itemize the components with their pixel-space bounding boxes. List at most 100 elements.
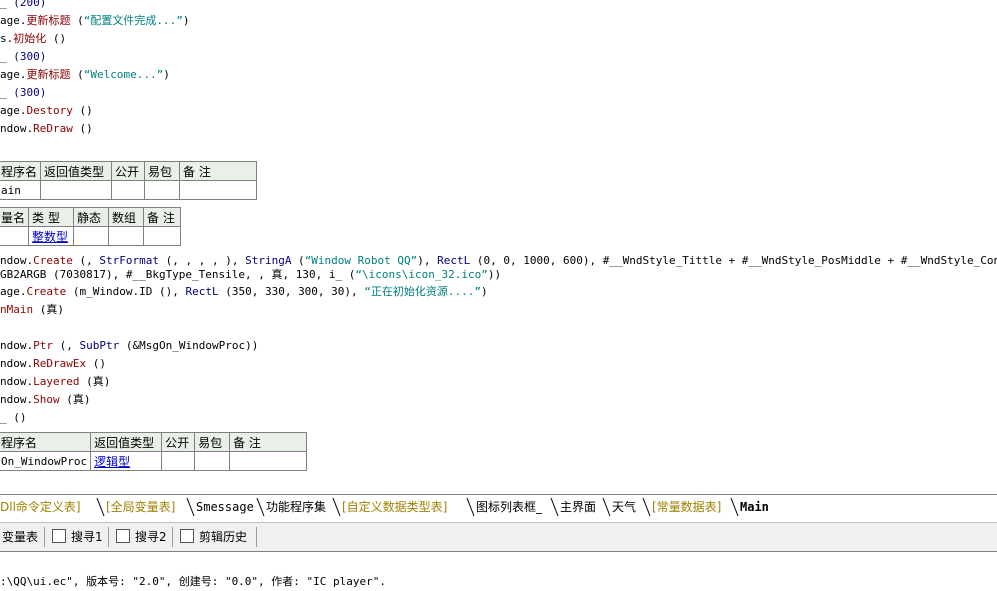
code-token: _ bbox=[0, 411, 14, 424]
code-line[interactable]: age.Destory () bbox=[0, 102, 93, 120]
code-token: _ bbox=[0, 86, 14, 99]
tab-divider-icon bbox=[466, 497, 475, 517]
code-line[interactable]: _ () bbox=[0, 409, 27, 427]
tab-divider-icon bbox=[550, 497, 559, 517]
code-line[interactable]: age.更新标题 (“配置文件完成...”) bbox=[0, 12, 190, 30]
code-line[interactable]: _ (200) bbox=[0, 0, 46, 12]
code-token: “\icons\icon_32.ico” bbox=[355, 268, 488, 281]
cell-var-name[interactable] bbox=[0, 226, 30, 246]
code-line[interactable]: _ (300) bbox=[0, 48, 46, 66]
code-token: ndow. bbox=[0, 122, 34, 135]
code-editor[interactable]: _ (200) age.更新标题 (“配置文件完成...”) s.初始化 () _ (… bbox=[0, 0, 997, 480]
code-token: age. bbox=[0, 14, 27, 27]
col-public: 公开 bbox=[111, 161, 146, 181]
variable-table[interactable]: 量名 类 型 静态 数组 备 注 整数型 bbox=[0, 207, 182, 246]
bottom-toolbar: 变量表 搜寻1 搜寻2 剪辑历史 bbox=[0, 522, 997, 552]
tab-divider-icon bbox=[332, 497, 341, 517]
code-token: “正在初始化资源....” bbox=[364, 285, 482, 298]
cell-static[interactable] bbox=[73, 226, 110, 246]
code-token: Layered bbox=[33, 375, 80, 388]
col-epkg: 易包 bbox=[144, 161, 181, 181]
code-token: age. bbox=[0, 68, 27, 81]
code-token: (真) bbox=[79, 375, 111, 388]
cell-remark[interactable] bbox=[229, 451, 308, 471]
code-token: ndow. bbox=[0, 393, 34, 406]
code-token: 更新标题 bbox=[26, 14, 71, 27]
cell-return-type[interactable] bbox=[40, 180, 113, 200]
code-token: (真) bbox=[59, 393, 91, 406]
tab-9[interactable]: Main bbox=[740, 498, 769, 516]
code-token: ) bbox=[163, 68, 170, 81]
cell-var-type[interactable]: 整数型 bbox=[28, 226, 75, 246]
code-token: () bbox=[13, 411, 27, 424]
cell-public[interactable] bbox=[111, 180, 146, 200]
code-token: () bbox=[86, 357, 106, 370]
toolbar-divider bbox=[172, 527, 173, 547]
tab-0[interactable]: Dll命令定义表] bbox=[0, 498, 81, 516]
code-token: “Welcome...” bbox=[83, 68, 164, 81]
code-line[interactable]: s.初始化 () bbox=[0, 30, 66, 48]
cell-public[interactable] bbox=[161, 451, 196, 471]
cell-sub-name[interactable]: ain bbox=[0, 180, 42, 200]
tab-2[interactable]: Smessage bbox=[196, 498, 254, 516]
tab-3[interactable]: 功能程序集 bbox=[266, 498, 326, 516]
code-line[interactable]: ndow.Layered (真) bbox=[0, 373, 110, 391]
tab-5[interactable]: 图标列表框_ bbox=[476, 498, 542, 516]
toolbar-divider bbox=[44, 527, 45, 547]
code-token: nMain bbox=[0, 303, 34, 316]
cell-remark[interactable] bbox=[179, 180, 258, 200]
tab-7[interactable]: 天气 bbox=[612, 498, 636, 516]
tab-6[interactable]: 主界面 bbox=[560, 498, 596, 516]
code-token: () bbox=[72, 104, 93, 117]
cell-sub-name[interactable]: On_WindowProc bbox=[0, 451, 92, 471]
col-type: 类 型 bbox=[28, 207, 75, 227]
code-line[interactable]: ndow.ReDrawEx () bbox=[0, 355, 106, 373]
tab-divider-icon bbox=[186, 497, 195, 517]
code-token: (300) bbox=[13, 86, 47, 99]
code-line[interactable]: nMain (真) bbox=[0, 301, 64, 319]
col-array: 数组 bbox=[108, 207, 145, 227]
tab-clip-history[interactable]: 剪辑历史 bbox=[180, 528, 247, 546]
tab-search-1[interactable]: 搜寻1 bbox=[52, 528, 103, 546]
tab-8[interactable]: [常量数据表] bbox=[652, 498, 721, 516]
code-token: Ptr bbox=[33, 339, 53, 352]
code-token: )) bbox=[487, 268, 502, 281]
code-line[interactable]: ndow.Show (真) bbox=[0, 391, 91, 409]
code-line[interactable]: age.更新标题 (“Welcome...”) bbox=[0, 66, 170, 84]
subroutine-table-main[interactable]: 程序名 返回值类型 公开 易包 备 注 ain bbox=[0, 161, 258, 200]
code-line[interactable]: ndow.Ptr (, SubPtr (&MsgOn_WindowProc)) bbox=[0, 337, 258, 355]
tab-divider-icon bbox=[602, 497, 611, 517]
toolbar-divider bbox=[256, 527, 257, 547]
tab-4[interactable]: [自定义数据类型表] bbox=[342, 498, 447, 516]
code-line[interactable]: age.Create (m_Window.ID (), RectL (350, … bbox=[0, 283, 488, 301]
code-token: (, bbox=[53, 339, 80, 352]
code-line[interactable]: ndow.ReDraw () bbox=[0, 120, 93, 138]
code-line[interactable]: _ (300) bbox=[0, 84, 46, 102]
code-token: () bbox=[46, 32, 67, 45]
code-token: ReDrawEx bbox=[33, 357, 87, 370]
code-token: (&MsgOn_WindowProc)) bbox=[119, 339, 259, 352]
code-token: ) bbox=[182, 14, 190, 27]
code-line[interactable]: GB2ARGB (7030817), #__BkgType_Tensile, ,… bbox=[0, 266, 501, 284]
code-token: ( bbox=[70, 68, 84, 81]
tab-divider-icon bbox=[642, 497, 651, 517]
code-token: (真) bbox=[33, 303, 64, 316]
search1-label: 搜寻1 bbox=[71, 530, 103, 544]
tab-search-2[interactable]: 搜寻2 bbox=[116, 528, 167, 546]
cell-epkg[interactable] bbox=[194, 451, 231, 471]
col-static: 静态 bbox=[73, 207, 110, 227]
code-token: () bbox=[72, 122, 93, 135]
code-token: ReDraw bbox=[33, 122, 73, 135]
code-token: _ bbox=[0, 50, 14, 63]
search2-label: 搜寻2 bbox=[135, 530, 167, 544]
source-tab-bar: Dll命令定义表] [全局变量表] Smessage 功能程序集 [自定义数据类型表] 图… bbox=[0, 494, 997, 519]
cell-return-type[interactable]: 逻辑型 bbox=[90, 451, 163, 471]
col-remark: 备 注 bbox=[143, 207, 182, 227]
status-line: :\QQ\ui.ec", 版本号: "2.0", 创建号: "0.0", 作者:… bbox=[0, 575, 387, 588]
subroutine-table-windowproc[interactable]: 程序名 返回值类型 公开 易包 备 注 On_WindowProc 逻辑型 bbox=[0, 432, 308, 471]
cell-remark[interactable] bbox=[143, 226, 182, 246]
tab-variables[interactable]: 变量表 bbox=[2, 528, 38, 546]
cell-array[interactable] bbox=[108, 226, 145, 246]
cell-epkg[interactable] bbox=[144, 180, 181, 200]
tab-1[interactable]: [全局变量表] bbox=[106, 498, 175, 516]
